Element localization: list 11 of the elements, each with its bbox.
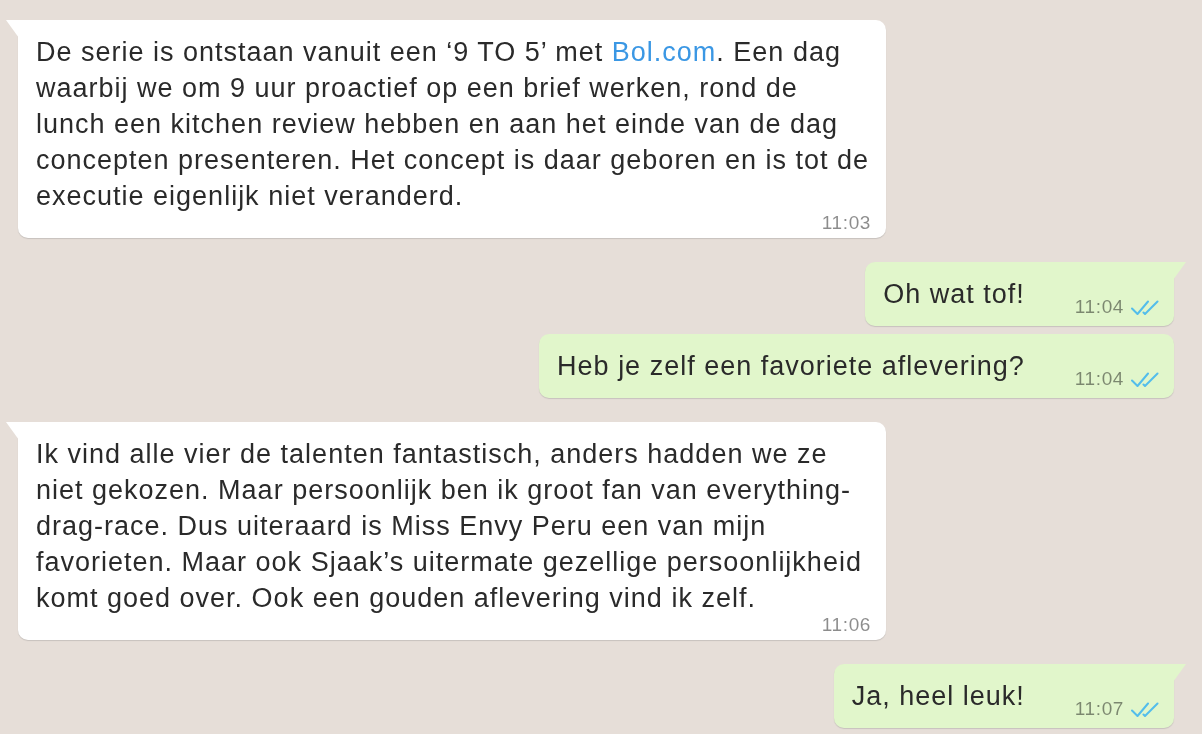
link[interactable]: Bol.com [611,37,717,67]
message-time: 11:07 [1074,700,1124,718]
message-time: 11:06 [821,616,871,634]
message-text: Oh wat tof! [883,278,1025,311]
message-text: Heb je zelf een favoriete aflevering? [557,350,1025,383]
message-text: De serie is ontstaan vanuit een ‘9 TO 5’ met Bol.com. Een dag waarbij we om 9 uur proactief op een brief werken, rond de lunch een kitchen review hebben en aan het einde van de dag concepten presenteren. Het concept is daar geboren en is tot de executie eigenlijk niet veranderd. [36,36,870,213]
message-text: Ik vind alle vier de talenten fantastisch, anders hadden we ze niet gekozen. Maar persoonlijk ben ik groot fan van everything-drag-race. Dus uiteraard is Miss Envy Peru een van mijn favorieten. Maar ook Sjaak’s uitermate gezellige persoonlijkheid komt goed over. Ook een gouden aflevering vind ik zelf. [36,438,863,615]
message-time: 11:04 [1074,370,1124,388]
message-text: Ja, heel leuk! [851,680,1025,713]
message-time: 11:04 [1074,298,1124,316]
message-time: 11:03 [821,214,871,232]
